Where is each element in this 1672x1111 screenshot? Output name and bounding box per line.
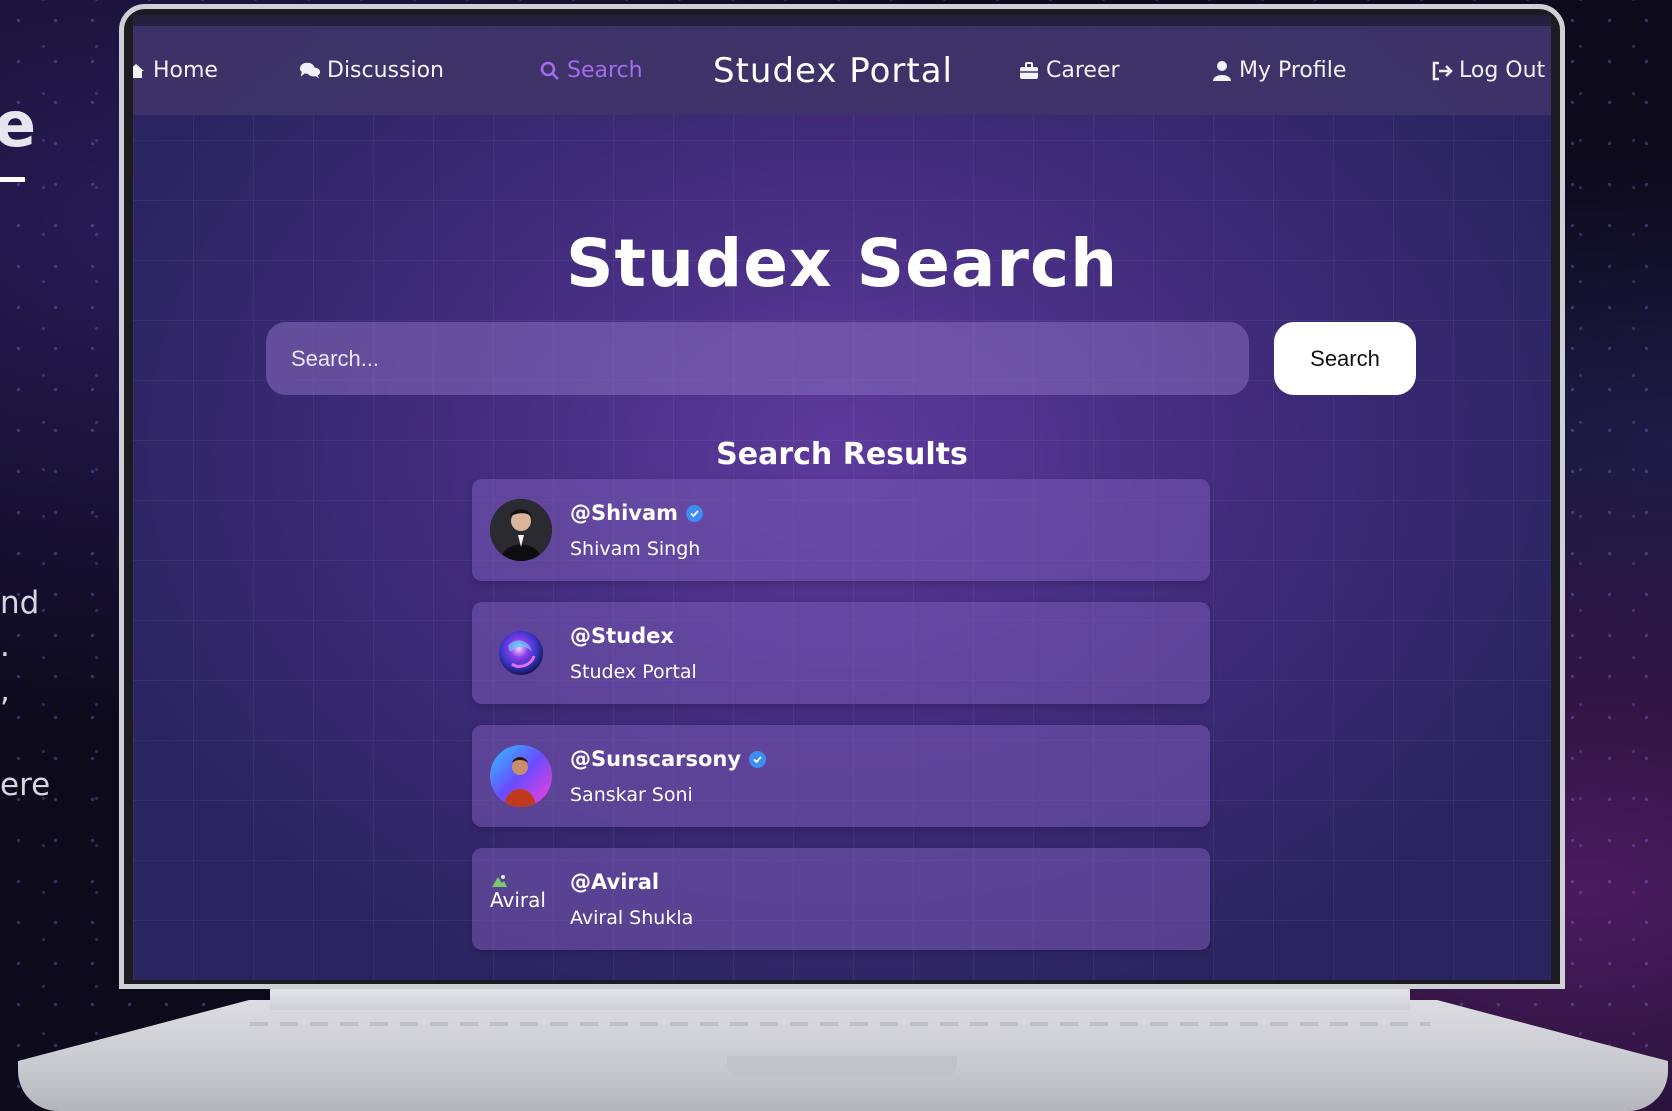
result-username-text: @Studex — [570, 624, 674, 648]
avatar: Aviral — [490, 870, 546, 912]
avatar-alt-text: Aviral — [490, 888, 546, 912]
result-username-text: @Aviral — [570, 870, 660, 894]
search-input[interactable] — [266, 322, 1249, 395]
nav-career-label: Career — [1046, 58, 1120, 83]
nav-search[interactable]: Search — [539, 26, 643, 115]
screen-top-strip — [133, 15, 1551, 26]
briefcase-icon — [1018, 60, 1040, 82]
result-full-name: Sanskar Soni — [570, 784, 693, 806]
search-icon — [539, 60, 561, 82]
nav-search-label: Search — [567, 58, 643, 83]
nav-home-label: Home — [153, 58, 218, 83]
avatar — [490, 499, 552, 561]
nav-discussion-label: Discussion — [327, 58, 444, 83]
laptop-trackpad — [727, 1056, 957, 1078]
background-text-line: . — [0, 628, 10, 664]
result-card-sunscarsony[interactable]: @Sunscarsony Sanskar Soni — [472, 725, 1210, 827]
result-card-studex[interactable]: @Studex Studex Portal — [472, 602, 1210, 704]
result-username-text: @Sunscarsony — [570, 747, 742, 771]
nav-my-profile-label: My Profile — [1239, 58, 1347, 83]
result-username: @Aviral — [570, 870, 659, 894]
nav-discussion[interactable]: Discussion — [299, 26, 444, 115]
brand-title[interactable]: Studex Portal — [713, 26, 953, 115]
result-full-name: Shivam Singh — [570, 538, 701, 560]
nav-my-profile[interactable]: My Profile — [1211, 26, 1346, 115]
result-username-text: @Shivam — [570, 501, 679, 525]
result-full-name: Studex Portal — [570, 661, 697, 683]
avatar — [490, 622, 552, 684]
broken-image-icon — [490, 870, 508, 887]
result-username: @Shivam — [570, 501, 704, 525]
search-button[interactable]: Search — [1274, 322, 1416, 395]
comments-icon — [299, 60, 321, 82]
nav-home[interactable]: Home — [133, 26, 218, 115]
result-username: @Sunscarsony — [570, 747, 767, 771]
page-title: Studex Search — [565, 225, 1119, 302]
background-text-line: ere — [0, 767, 51, 803]
laptop-screen: Home Discussion Search Studex Portal Car… — [133, 15, 1551, 980]
result-card-shivam[interactable]: @Shivam Shivam Singh — [472, 479, 1210, 581]
result-username: @Studex — [570, 624, 674, 648]
home-icon — [133, 60, 147, 82]
verified-badge-icon — [749, 750, 767, 768]
nav-log-out-label: Log Out — [1459, 58, 1546, 83]
background-text-line: nd — [0, 585, 40, 621]
results-heading: Search Results — [716, 437, 968, 472]
verified-badge-icon — [686, 504, 704, 522]
nav-career[interactable]: Career — [1018, 26, 1120, 115]
result-full-name: Aviral Shukla — [570, 907, 694, 929]
laptop-keyboard — [250, 1012, 1430, 1042]
avatar — [490, 745, 552, 807]
background-heading-fragment: e — [0, 88, 37, 161]
user-icon — [1211, 60, 1233, 82]
result-card-aviral[interactable]: Aviral @Aviral Aviral Shukla — [472, 848, 1210, 950]
nav-log-out[interactable]: Log Out — [1431, 26, 1545, 115]
background-underline — [0, 177, 25, 182]
sign-out-icon — [1431, 60, 1453, 82]
navbar: Home Discussion Search Studex Portal Car… — [133, 26, 1551, 115]
background-text-line: , — [0, 673, 10, 709]
